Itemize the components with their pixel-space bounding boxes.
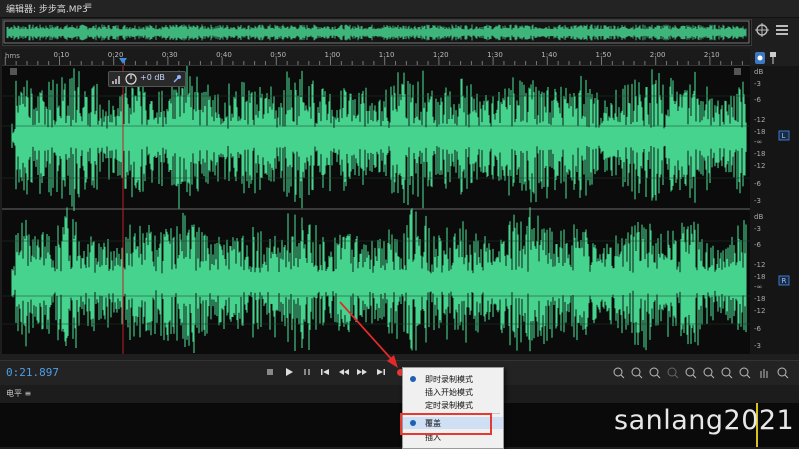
timecode-display[interactable]: 0:21.897 [6, 366, 59, 379]
db-scale: dB -3 -6 -12 -18 -∞ -18 -12 -6 -3 LdB -3 -6 -12 -18 -∞ -… [750, 66, 799, 354]
pause-button[interactable] [302, 367, 312, 377]
record-mode-context-menu: 即时录制模式 插入开始模式 定时录制模式 覆盖 插入 [402, 367, 504, 449]
db-tick-label: -18 [754, 150, 765, 158]
db-tick-label: -∞ [754, 283, 762, 291]
ruler-tick-label: 0:50 [270, 51, 286, 59]
ruler-tick-label: 1:10 [379, 51, 395, 59]
annotation-arrow [339, 301, 398, 368]
levels-title: 电平 ≡ [6, 389, 32, 398]
zoom-out-full-icon[interactable] [776, 366, 790, 379]
ruler-tick-label: 1:40 [541, 51, 557, 59]
channel-label: R [782, 277, 787, 285]
overview-wave-path [6, 24, 747, 41]
ruler-tick-label: 1:30 [487, 51, 503, 59]
db-tick-label: -18 [754, 128, 765, 136]
db-tick-label: -6 [754, 325, 762, 333]
editor-title: 编辑器: 步步高.MP3 [6, 5, 88, 15]
ruler-tick-label: 1:20 [433, 51, 449, 59]
zoom-reset-icon[interactable] [648, 366, 662, 379]
db-tick-label: -12 [754, 162, 765, 170]
channel-label: L [782, 132, 786, 140]
pin-icon[interactable] [172, 74, 182, 84]
play-button[interactable] [284, 367, 294, 377]
ruler-tick-label: 0:10 [54, 51, 70, 59]
playhead-marker[interactable] [119, 58, 127, 64]
skip-to-start-button[interactable] [320, 367, 330, 377]
zoom-in-amplitude-icon[interactable] [612, 366, 626, 379]
db-tick-label: -12 [754, 307, 765, 315]
left-channel-waveform [11, 64, 747, 211]
db-tick-label: -3 [754, 225, 761, 233]
ruler-unit-label: hms [5, 52, 20, 60]
ruler-tick-label: 1:00 [325, 51, 341, 59]
zoom-out-time-icon[interactable] [720, 366, 734, 379]
db-tick-label: -3 [754, 197, 761, 205]
zoom-in-time-icon[interactable] [702, 366, 716, 379]
ruler-tick-label: 1:50 [596, 51, 612, 59]
menu-item-instant-record[interactable]: 即时录制模式 [403, 373, 503, 385]
ruler-tick-label: 2:10 [704, 51, 720, 59]
annotation-highlight-box [400, 413, 492, 435]
menu-item-timed-record[interactable]: 定时录制模式 [403, 399, 503, 411]
zoom-selection-icon[interactable] [666, 366, 680, 379]
ruler-tick-label: 0:30 [162, 51, 178, 59]
menu-item-punch-in[interactable]: 插入开始模式 [403, 386, 503, 398]
editor-title-bar: 编辑器: 步步高.MP3 ≡ [0, 0, 799, 18]
corner-handle-icon[interactable] [734, 68, 741, 75]
db-tick-label: -3 [754, 342, 761, 350]
gain-value: +0 dB [140, 73, 165, 82]
gain-knob-icon[interactable] [125, 73, 137, 85]
marker-pin-icon[interactable] [769, 52, 777, 64]
menu-check-dot [410, 376, 416, 382]
db-tick-label: -∞ [754, 138, 762, 146]
zoom-time-icon[interactable] [684, 366, 698, 379]
monitor-icon[interactable] [755, 52, 765, 64]
db-tick-label: -18 [754, 273, 765, 281]
hand-tool-icon[interactable] [757, 366, 771, 379]
ruler-tick-label: 0:40 [216, 51, 232, 59]
zoom-tool-icon[interactable] [754, 22, 772, 40]
db-tick-label: -18 [754, 295, 765, 303]
levels-menu-icon[interactable]: ≡ [25, 389, 32, 398]
ruler-tick-label: 2:00 [650, 51, 666, 59]
db-tick-label: -12 [754, 116, 765, 124]
panel-menu-icon[interactable]: ≡ [84, 1, 92, 12]
zoom-full-icon[interactable] [738, 366, 752, 379]
stop-button[interactable] [265, 367, 275, 377]
corner-handle-icon[interactable] [10, 68, 17, 75]
zoom-out-amplitude-icon[interactable] [630, 366, 644, 379]
db-tick-label: -6 [754, 96, 762, 104]
list-view-icon[interactable] [774, 22, 790, 38]
db-unit-label: dB [754, 213, 763, 221]
overview-waveform[interactable] [2, 19, 752, 46]
db-tick-label: -6 [754, 180, 762, 188]
db-scale-graphic: dB -3 -6 -12 -18 -∞ -18 -12 -6 -3 LdB -3 -6 -12 -18 -∞ -… [754, 68, 790, 350]
time-ruler[interactable]: 0:10 0:20 0:30 0:40 0:50 1:00 1:10 1:20 1:30 1:40… [2, 49, 750, 66]
db-tick-label: -12 [754, 261, 765, 269]
overview-waveform-graphic [3, 20, 750, 44]
gain-hud[interactable]: +0 dB [108, 71, 186, 87]
db-tick-label: -3 [754, 80, 761, 88]
ruler-tick-label: 0:20 [108, 51, 124, 59]
db-tick-label: -6 [754, 241, 762, 249]
level-bars-icon [112, 76, 120, 84]
watermark-text: sanlang2021 [614, 405, 795, 436]
time-ruler-graphic: 0:10 0:20 0:30 0:40 0:50 1:00 1:10 1:20 1:30 1:40… [4, 51, 743, 65]
db-unit-label: dB [754, 68, 763, 76]
